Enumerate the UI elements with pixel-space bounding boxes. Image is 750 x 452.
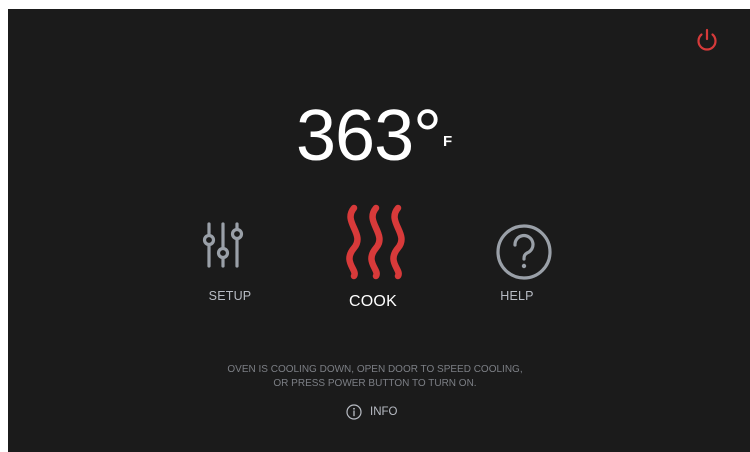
info-label: INFO: [370, 406, 398, 418]
help-button[interactable]: HELP: [481, 214, 553, 304]
status-message: OVEN IS COOLING DOWN, OPEN DOOR TO SPEED…: [181, 363, 569, 391]
temperature-display: 363° F: [296, 86, 466, 186]
cook-button[interactable]: COOK: [324, 196, 422, 310]
power-icon: [697, 28, 717, 51]
power-button[interactable]: [694, 27, 720, 53]
help-label: HELP: [500, 289, 534, 303]
heat-waves-icon: [346, 204, 405, 280]
info-icon: [346, 404, 362, 420]
cook-label: COOK: [349, 293, 397, 310]
status-line-1: OVEN IS COOLING DOWN, OPEN DOOR TO SPEED…: [227, 364, 523, 375]
temperature-value: 363°: [296, 96, 442, 176]
status-line-2: OR PRESS POWER BUTTON TO TURN ON.: [273, 378, 477, 389]
question-circle-icon: [496, 224, 552, 280]
sliders-icon: [202, 222, 244, 268]
temperature-unit: F: [443, 133, 453, 150]
setup-label: SETUP: [208, 289, 252, 303]
setup-button[interactable]: SETUP: [194, 214, 266, 304]
info-button[interactable]: INFO: [346, 402, 406, 422]
